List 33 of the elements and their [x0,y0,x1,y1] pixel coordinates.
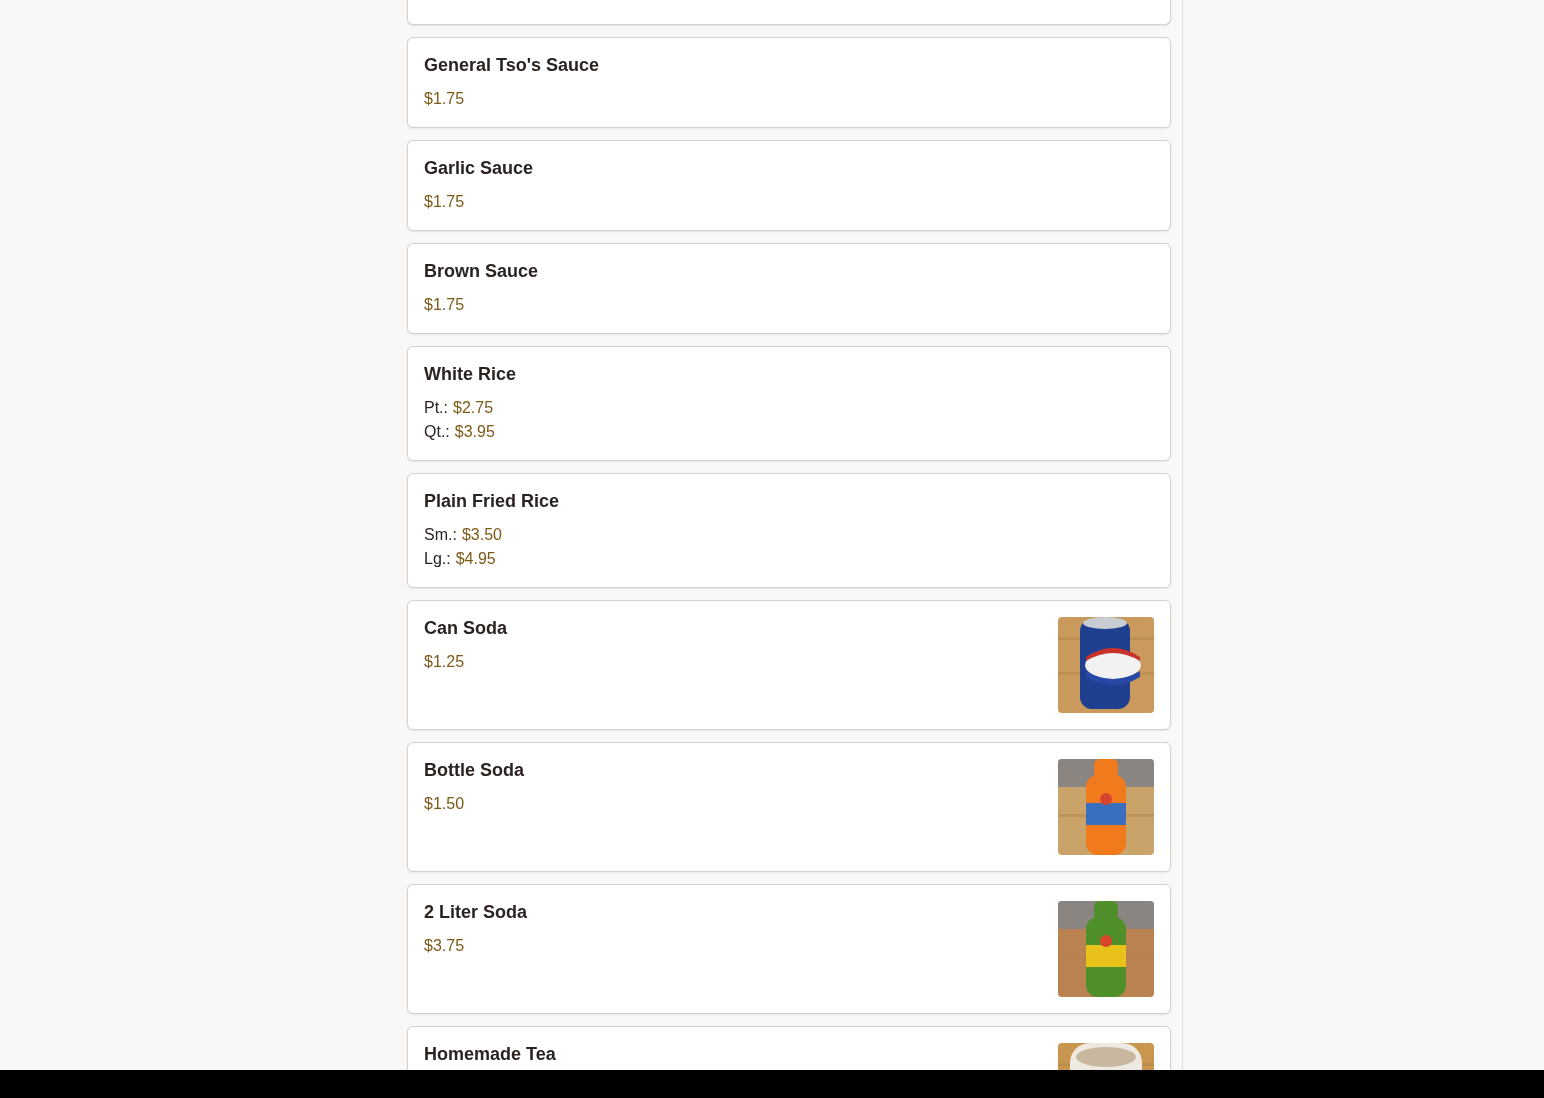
item-price: $1.25 [424,652,465,672]
menu-item-card[interactable]: 2 Liter Soda $3.75 [407,884,1171,1014]
item-price: $3.50 [461,525,502,545]
item-price: $1.75 [424,295,465,315]
item-price: $3.75 [424,936,465,956]
item-name: Homemade Tea [424,1043,556,1066]
size-label: Qt.: [424,422,450,442]
menu-item-card[interactable]: Can Soda $1.25 [407,600,1171,730]
menu-item-card[interactable]: Garlic Sauce $1.75 [407,140,1171,231]
item-name: Brown Sauce [424,260,539,283]
item-price: $4.95 [455,549,496,569]
item-price: $1.50 [424,794,465,814]
size-label: Lg.: [424,549,451,569]
item-price: $1.75 [424,89,465,109]
item-name: Bottle Soda [424,759,524,782]
item-name: Plain Fried Rice [424,490,560,513]
item-name: White Rice [424,363,516,386]
item-name: Garlic Sauce [424,157,534,180]
size-label: Pt.: [424,398,448,418]
item-name: Can Soda [424,617,507,640]
menu-item-card[interactable]: General Tso's Sauce $1.75 [407,37,1171,128]
menu-item-card[interactable]: White Rice Pt.: $2.75 Qt.: $3.95 [407,346,1171,461]
size-label: Sm.: [424,525,457,545]
menu-item-card[interactable]: Bottle Soda $1.50 [407,742,1171,872]
item-price: $2.75 [453,398,494,418]
menu-item-card[interactable]: Brown Sauce $1.75 [407,243,1171,334]
menu-item-card[interactable] [407,0,1171,25]
menu-item-card[interactable]: Homemade Tea [407,1026,1171,1070]
item-name: 2 Liter Soda [424,901,528,924]
item-price: $1.75 [424,192,465,212]
item-price: $3.95 [454,422,495,442]
menu-item-card[interactable]: Plain Fried Rice Sm.: $3.50 Lg.: $4.95 [407,473,1171,588]
item-name: General Tso's Sauce [424,54,600,77]
